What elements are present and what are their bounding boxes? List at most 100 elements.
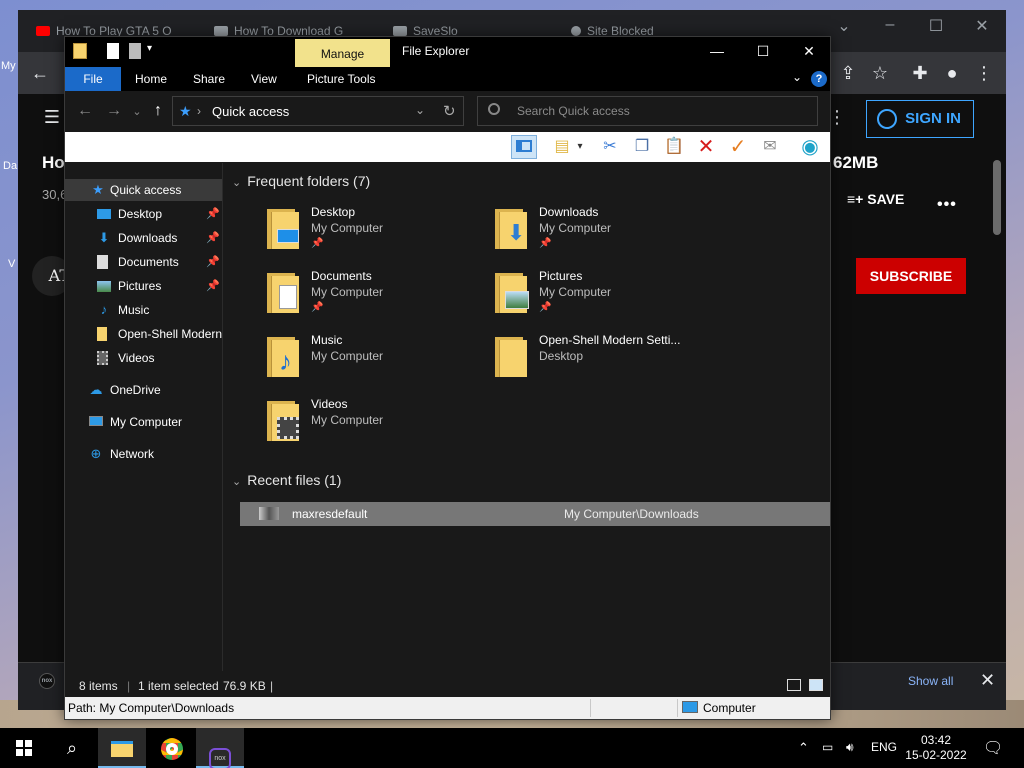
- clock[interactable]: 03:42 15-02-2022: [904, 733, 968, 763]
- sidebar-item-downloads[interactable]: ⬇ Downloads 📌: [65, 227, 222, 249]
- tile-name: Desktop: [311, 205, 356, 219]
- rename-icon[interactable]: ✓: [725, 135, 751, 159]
- chevron-down-icon[interactable]: ⌄: [824, 16, 864, 36]
- file-explorer-taskbar-icon[interactable]: [98, 728, 146, 768]
- sidebar-item-label: Pictures: [118, 279, 162, 293]
- notification-icon[interactable]: 🗨︎: [983, 738, 1003, 758]
- tab-view[interactable]: View: [251, 72, 277, 86]
- chrome-taskbar-icon[interactable]: [148, 728, 196, 768]
- scrollbar-thumb[interactable]: [993, 160, 1001, 235]
- subscribe-button[interactable]: SUBSCRIBE: [856, 258, 966, 294]
- recent-file-row[interactable]: maxresdefault My Computer\Downloads: [240, 502, 830, 526]
- back-arrow-icon[interactable]: ←: [28, 62, 52, 86]
- folder-tile-downloads[interactable]: ⬇ Downloads My Computer 📌: [493, 205, 713, 261]
- properties-icon[interactable]: [107, 43, 119, 59]
- sidebar-item-quick-access[interactable]: ★ Quick access: [65, 179, 222, 201]
- tile-location: My Computer: [539, 221, 612, 235]
- back-arrow-icon[interactable]: ←: [75, 102, 95, 120]
- copy-icon[interactable]: ❐: [629, 135, 655, 159]
- refresh-icon[interactable]: ↻: [443, 102, 456, 120]
- tile-name: Pictures: [539, 269, 583, 283]
- details-view-icon[interactable]: [787, 679, 801, 691]
- forward-arrow-icon[interactable]: →: [104, 102, 124, 120]
- chevron-up-icon[interactable]: ⌃: [798, 740, 809, 756]
- folder-tile-desktop[interactable]: Desktop My Computer 📌: [265, 205, 485, 261]
- help-icon[interactable]: ?: [811, 71, 827, 87]
- up-arrow-icon[interactable]: ↑: [148, 102, 168, 120]
- folder-icon: [111, 741, 133, 757]
- chevron-down-icon[interactable]: ⌄: [127, 105, 147, 118]
- sidebar-item-onedrive[interactable]: ☁ OneDrive: [65, 379, 222, 401]
- folder-tile-music[interactable]: ♪ Music My Computer: [265, 333, 485, 389]
- more-horiz-icon[interactable]: •••: [937, 196, 957, 214]
- folder-tile-videos[interactable]: Videos My Computer: [265, 397, 485, 453]
- sidebar-item-my-computer[interactable]: My Computer: [65, 411, 222, 433]
- star-icon: ★: [92, 182, 104, 197]
- email-icon[interactable]: ✉: [757, 135, 783, 159]
- language-indicator[interactable]: ENG: [871, 740, 897, 754]
- sidebar-item-music[interactable]: ♪ Music: [65, 299, 222, 321]
- nox-taskbar-icon[interactable]: nox: [196, 728, 244, 768]
- star-icon[interactable]: ☆: [868, 62, 892, 86]
- search-icon[interactable]: ⌕: [48, 728, 96, 768]
- new-folder-icon[interactable]: [129, 43, 141, 59]
- large-icons-view-icon[interactable]: [809, 679, 823, 691]
- close-icon[interactable]: ✕: [980, 670, 995, 691]
- address-bar[interactable]: ★ › Quick access ⌄ ↻: [172, 96, 464, 126]
- sidebar-item-pictures[interactable]: Pictures 📌: [65, 275, 222, 297]
- path-text: Path: My Computer\Downloads: [68, 701, 235, 715]
- sidebar-item-videos[interactable]: Videos: [65, 347, 222, 369]
- paste-icon[interactable]: 📋: [661, 135, 687, 159]
- menu-icon[interactable]: ☰: [40, 106, 64, 130]
- sidebar-item-desktop[interactable]: Desktop 📌: [65, 203, 222, 225]
- music-icon: ♪: [100, 302, 108, 317]
- group-header-frequent[interactable]: ⌄ Frequent folders (7): [232, 173, 370, 189]
- search-input[interactable]: Search Quick access: [477, 96, 818, 126]
- navigation-pane: ★ Quick access Desktop 📌 ⬇ Downloads 📌 D…: [65, 163, 223, 671]
- desktop-icon-label[interactable]: Da: [3, 160, 17, 172]
- sidebar-item-documents[interactable]: Documents 📌: [65, 251, 222, 273]
- sign-in-button[interactable]: SIGN IN: [866, 100, 974, 138]
- minimize-button[interactable]: —: [694, 37, 740, 67]
- delete-icon[interactable]: ✕: [693, 135, 719, 159]
- desktop-icon-label[interactable]: V: [8, 258, 15, 270]
- folder-tile-pictures[interactable]: Pictures My Computer 📌: [493, 269, 713, 325]
- sidebar-item-network[interactable]: ⊕ Network: [65, 443, 222, 465]
- start-button[interactable]: [0, 728, 48, 768]
- preview-pane-icon[interactable]: [511, 135, 537, 159]
- globe-icon[interactable]: ◉: [797, 135, 823, 159]
- chevron-down-icon[interactable]: ⌄: [792, 70, 802, 84]
- folder-tile-open-shell[interactable]: Open-Shell Modern Setti... Desktop: [493, 333, 713, 389]
- close-button[interactable]: ✕: [962, 16, 1002, 36]
- group-header-recent[interactable]: ⌄ Recent files (1): [232, 472, 341, 488]
- share-icon[interactable]: ⇪: [836, 62, 860, 86]
- show-all-link[interactable]: Show all: [908, 674, 953, 688]
- minimize-button[interactable]: –: [870, 16, 910, 34]
- network-icon[interactable]: ▭: [822, 740, 833, 754]
- desktop-icon-label[interactable]: My: [1, 60, 16, 72]
- tab-share[interactable]: Share: [193, 72, 225, 86]
- save-button[interactable]: ≡+ SAVE: [847, 191, 904, 207]
- folder-tile-documents[interactable]: Documents My Computer 📌: [265, 269, 485, 325]
- volume-icon[interactable]: 🔊︎: [846, 740, 854, 755]
- recent-file-name: maxresdefault: [292, 507, 368, 521]
- tab-picture-tools[interactable]: Picture Tools: [307, 72, 375, 86]
- more-vert-icon[interactable]: ⋮: [972, 62, 996, 86]
- chevron-down-icon[interactable]: ⌄: [415, 103, 425, 117]
- folder-options-icon[interactable]: ▤: [549, 135, 575, 159]
- close-button[interactable]: ✕: [786, 37, 832, 67]
- sidebar-item-open-shell[interactable]: Open-Shell Modern: [65, 323, 222, 345]
- pin-icon: 📌: [539, 238, 552, 249]
- maximize-button[interactable]: ☐: [916, 16, 956, 36]
- maximize-button[interactable]: ☐: [740, 37, 786, 67]
- nox-icon: nox: [39, 673, 55, 689]
- cut-icon[interactable]: ✂: [597, 135, 623, 159]
- divider: [590, 699, 591, 717]
- manage-tab[interactable]: Manage: [295, 39, 390, 67]
- tab-home[interactable]: Home: [135, 72, 167, 86]
- extensions-icon[interactable]: ✚: [908, 62, 932, 86]
- tab-file[interactable]: File: [65, 67, 121, 91]
- profile-icon[interactable]: ●: [940, 62, 964, 86]
- chevron-down-icon[interactable]: ▾: [147, 43, 157, 59]
- chevron-down-icon[interactable]: ▾: [573, 135, 587, 159]
